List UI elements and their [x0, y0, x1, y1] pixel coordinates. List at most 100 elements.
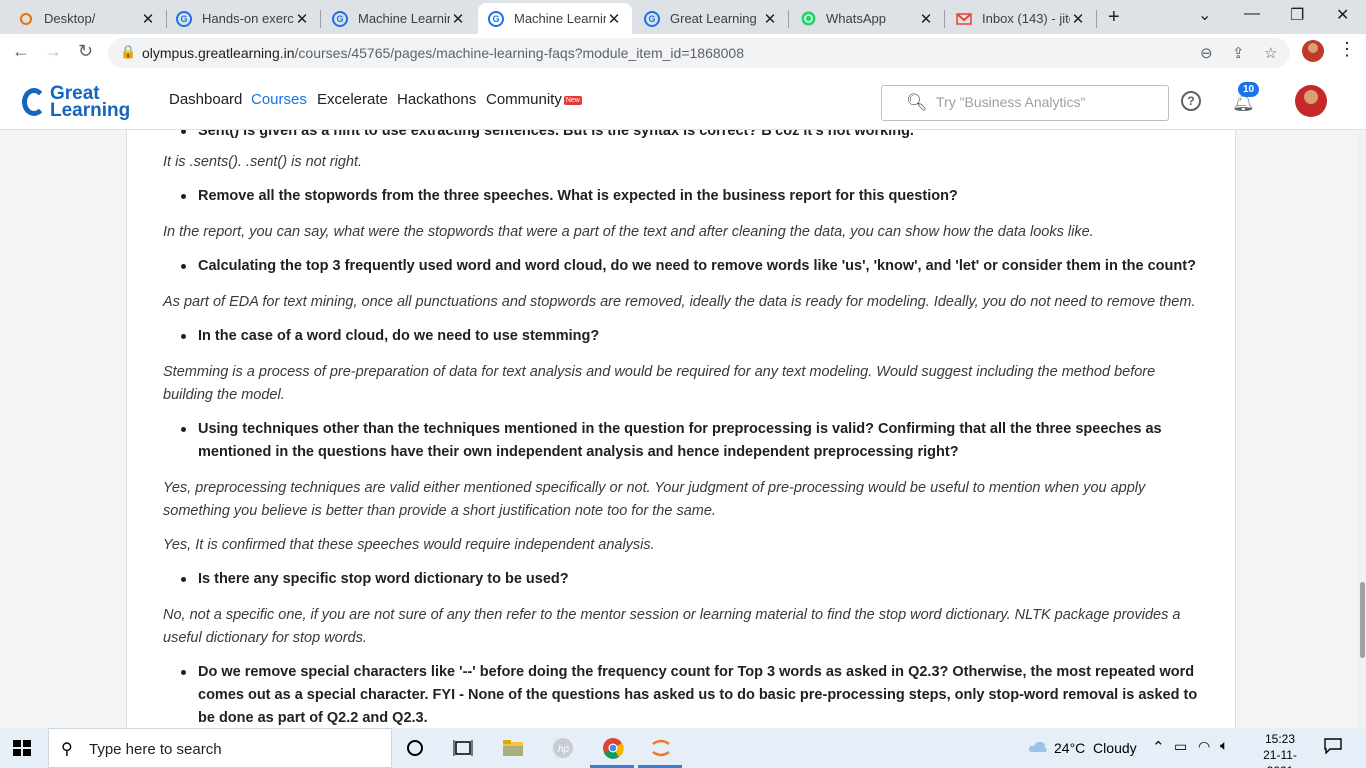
bookmark-star-icon[interactable]: ☆ [1264, 44, 1277, 62]
google-icon: G [488, 10, 504, 27]
tab-search-chevron-icon[interactable]: ⌄ [1198, 5, 1211, 25]
tab-title: WhatsApp [826, 11, 886, 26]
search-icon: 🔍︎ [906, 93, 928, 112]
google-icon: G [644, 10, 660, 27]
tab-title: Hands-on exercis [202, 11, 294, 26]
notification-center-icon[interactable] [1324, 738, 1342, 757]
tab-great-learning[interactable]: G Great Learning ✕ [634, 3, 788, 34]
faq-answer: Yes, preprocessing techniques are valid … [163, 480, 1146, 519]
new-badge: New [563, 95, 582, 105]
close-icon[interactable]: ✕ [762, 10, 778, 28]
notification-count-badge: 10 [1238, 82, 1260, 97]
faq-answer: Stemming is a process of pre-preparation… [163, 364, 1156, 403]
cortana-icon[interactable] [402, 736, 428, 760]
speaker-icon[interactable]: 🔈︎ [1220, 737, 1228, 754]
site-search-box[interactable]: 🔍︎ [881, 85, 1169, 121]
faq-answer: Yes, It is confirmed that these speeches… [163, 537, 655, 553]
weather-text[interactable]: 24°C Cloudy [1054, 740, 1137, 756]
google-icon: G [332, 10, 348, 27]
faq-content-panel: Sent() is given as a hint to use extract… [126, 130, 1236, 728]
nav-community-label: Community [486, 91, 562, 108]
tab-title: Machine Learning [358, 11, 450, 26]
google-icon: G [176, 10, 192, 27]
chrome-icon[interactable] [600, 736, 626, 760]
taskbar-search-box[interactable]: ⚲ Type here to search [48, 728, 392, 768]
ring-icon [18, 11, 34, 27]
new-tab-icon[interactable]: + [1108, 6, 1120, 29]
faq-question: Remove all the stopwords from the three … [163, 185, 1203, 208]
help-icon[interactable]: ? [1181, 91, 1201, 111]
user-avatar[interactable] [1295, 85, 1327, 117]
browser-menu-icon[interactable]: ⋮ [1338, 39, 1356, 60]
faq-answer: As part of EDA for text mining, once all… [163, 294, 1196, 310]
system-tray: 24°C Cloudy ⌃ ▭ ◠ 🔈︎ 15:23 21-11-2021 [1024, 728, 1366, 768]
jupyter-icon[interactable] [648, 736, 674, 760]
minimize-icon[interactable]: — [1244, 5, 1260, 23]
close-icon[interactable]: ✕ [918, 10, 934, 28]
faq-answer: It is .sents(). .sent() is not right. [163, 154, 363, 170]
tab-title: Great Learning [670, 11, 757, 26]
nav-hackathons[interactable]: Hackathons [397, 91, 476, 108]
tab-title: Machine Learning [514, 11, 606, 26]
back-icon[interactable]: ← [12, 41, 30, 62]
nav-dashboard[interactable]: Dashboard [169, 91, 242, 108]
tab-machine-learning-active[interactable]: G Machine Learning ✕ [478, 3, 632, 34]
faq-question: Sent() is given as a hint to use extract… [163, 130, 1203, 143]
tab-title: Desktop/ [44, 11, 96, 26]
battery-icon[interactable]: ▭ [1174, 738, 1187, 755]
url-text[interactable]: olympus.greatlearning.in/courses/45765/p… [142, 45, 744, 61]
close-icon[interactable]: ✕ [450, 10, 466, 28]
faq-question: In the case of a word cloud, do we need … [163, 325, 1203, 348]
nav-community[interactable]: Community New [486, 91, 582, 108]
zoom-icon[interactable]: ⊖ [1200, 44, 1213, 62]
site-search-input[interactable] [936, 94, 1156, 110]
restore-icon[interactable]: ❐ [1290, 5, 1304, 25]
faq-article: Sent() is given as a hint to use extract… [163, 130, 1203, 728]
faq-question: Using techniques other than the techniqu… [163, 418, 1203, 464]
logo-g-icon [22, 88, 46, 116]
time-text: 15:23 [1264, 732, 1296, 746]
hp-icon[interactable]: hp [550, 736, 576, 760]
wifi-icon[interactable]: ◠ [1198, 738, 1210, 755]
close-icon[interactable]: ✕ [294, 10, 310, 28]
url-path: /courses/45765/pages/machine-learning-fa… [294, 45, 745, 61]
close-icon[interactable]: ✕ [1070, 10, 1086, 28]
close-icon[interactable]: ✕ [606, 10, 622, 28]
search-icon: ⚲ [61, 741, 73, 758]
reload-icon[interactable]: ↻ [78, 41, 93, 62]
taskbar-search-label: Type here to search [89, 741, 222, 758]
tab-whatsapp[interactable]: WhatsApp ✕ [790, 3, 944, 34]
great-learning-logo[interactable]: Great Learning [22, 82, 130, 122]
browser-toolbar: ← → ↻ 🔒 olympus.greatlearning.in/courses… [0, 34, 1366, 72]
windows-start-icon[interactable] [13, 740, 31, 757]
file-explorer-icon[interactable] [500, 736, 526, 760]
nav-courses[interactable]: Courses [251, 91, 307, 108]
svg-text:hp: hp [558, 744, 570, 755]
lock-icon: 🔒 [120, 44, 137, 59]
tab-desktop[interactable]: Desktop/ ✕ [8, 3, 166, 34]
tab-machine-learning-1[interactable]: G Machine Learning ✕ [322, 3, 476, 34]
close-icon[interactable]: ✕ [140, 10, 156, 28]
address-bar[interactable]: 🔒 olympus.greatlearning.in/courses/45765… [108, 38, 1290, 68]
nav-excelerate[interactable]: Excelerate [317, 91, 388, 108]
task-view-icon[interactable] [450, 736, 476, 760]
cloud-weather-icon[interactable] [1028, 739, 1048, 756]
forward-icon[interactable]: → [44, 41, 62, 62]
clock[interactable]: 15:23 21-11-2021 [1250, 731, 1310, 768]
browser-tab-bar: Desktop/ ✕ G Hands-on exercis ✕ G Machin… [0, 0, 1366, 34]
url-host: olympus.greatlearning.in [142, 45, 295, 61]
date-text: 21-11-2021 [1263, 748, 1297, 768]
scrollbar-thumb[interactable] [1360, 582, 1365, 658]
tab-title: Inbox (143) - jiter [982, 11, 1070, 26]
chevron-up-icon[interactable]: ⌃ [1152, 738, 1165, 756]
faq-question: Calculating the top 3 frequently used wo… [163, 255, 1203, 278]
faq-question: Is there any specific stop word dictiona… [163, 568, 1203, 591]
faq-question: Do we remove special characters like '--… [163, 661, 1203, 728]
window-close-icon[interactable]: ✕ [1336, 5, 1349, 25]
browser-profile-avatar[interactable] [1302, 40, 1324, 62]
site-header: Great Learning Dashboard Courses Excelera… [0, 72, 1366, 130]
tab-inbox[interactable]: Inbox (143) - jiter ✕ [946, 3, 1096, 34]
tab-hands-on[interactable]: G Hands-on exercis ✕ [166, 3, 320, 34]
faq-answer: No, not a specific one, if you are not s… [163, 607, 1181, 646]
share-icon[interactable]: ⇪ [1232, 44, 1245, 62]
